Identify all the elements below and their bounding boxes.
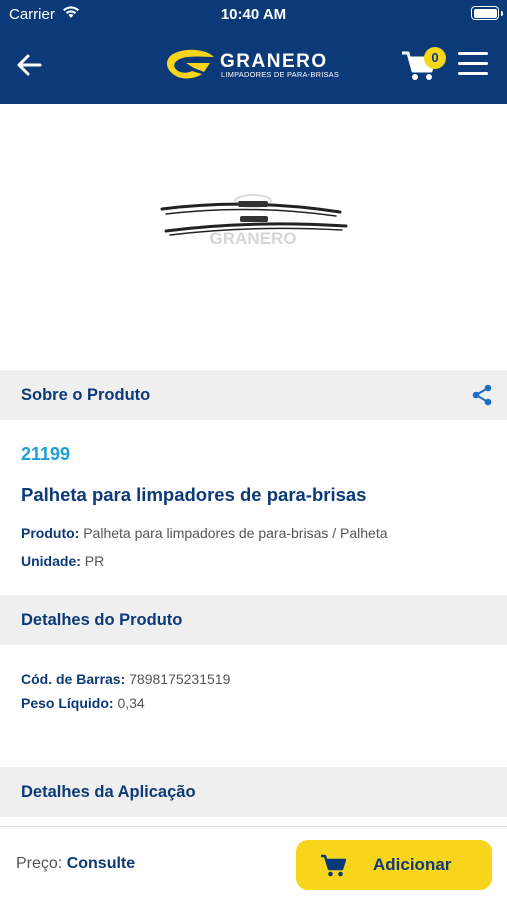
product-name: Palheta para limpadores de para-brisas [21, 484, 367, 505]
status-time: 10:40 AM [220, 6, 287, 23]
product-code: 21199 [21, 444, 71, 464]
product-type-value: Palheta para limpadores de para-brisas /… [83, 525, 388, 541]
price-display: Preço: Consulte [16, 855, 135, 873]
logo-mark-icon [166, 49, 214, 79]
price-value: Consulte [66, 855, 136, 872]
menu-icon[interactable] [458, 52, 488, 78]
share-icon[interactable] [470, 383, 494, 407]
details-section-header: Detalhes do Produto [0, 595, 507, 645]
product-type-row: Produto: Palheta para limpadores de para… [21, 525, 388, 541]
weight-row: Peso Líquido: 0,34 [21, 695, 145, 711]
cart-icon [321, 854, 347, 877]
weight-value: 0,34 [117, 695, 145, 711]
barcode-row: Cód. de Barras: 7898175231519 [21, 671, 230, 687]
barcode-value: 7898175231519 [129, 671, 231, 687]
wiper-blades-image: GRANERO [160, 194, 348, 248]
logo-tagline: LIMPADORES DE PARA-BRISAS [221, 70, 340, 79]
unit-label: Unidade: [21, 553, 81, 569]
status-bar: Carrier 10:40 AM [0, 0, 507, 28]
footer-divider [0, 826, 507, 827]
application-title: Detalhes da Aplicação [21, 783, 196, 801]
application-section-header[interactable]: Detalhes da Aplicação [0, 767, 507, 817]
back-arrow-icon[interactable] [14, 50, 44, 80]
add-to-cart-label: Adicionar [373, 855, 452, 874]
cart-count-badge: 0 [424, 47, 446, 69]
app-header: Carrier 10:40 AM GRANERO LIMPADORES DE P… [0, 0, 507, 104]
battery-icon [471, 6, 503, 20]
image-watermark: GRANERO [210, 229, 297, 248]
price-label: Preço: [16, 855, 63, 872]
weight-label: Peso Líquido: [21, 695, 114, 711]
product-type-label: Produto: [21, 525, 80, 541]
barcode-label: Cód. de Barras: [21, 671, 126, 687]
details-title: Detalhes do Produto [21, 611, 183, 629]
unit-value: PR [84, 553, 105, 569]
about-section-header: Sobre o Produto [0, 370, 507, 420]
unit-row: Unidade: PR [21, 553, 104, 569]
about-title: Sobre o Produto [21, 386, 151, 404]
brand-logo: GRANERO LIMPADORES DE PARA-BRISAS [164, 48, 344, 84]
add-to-cart-button[interactable]: Adicionar [296, 840, 492, 890]
